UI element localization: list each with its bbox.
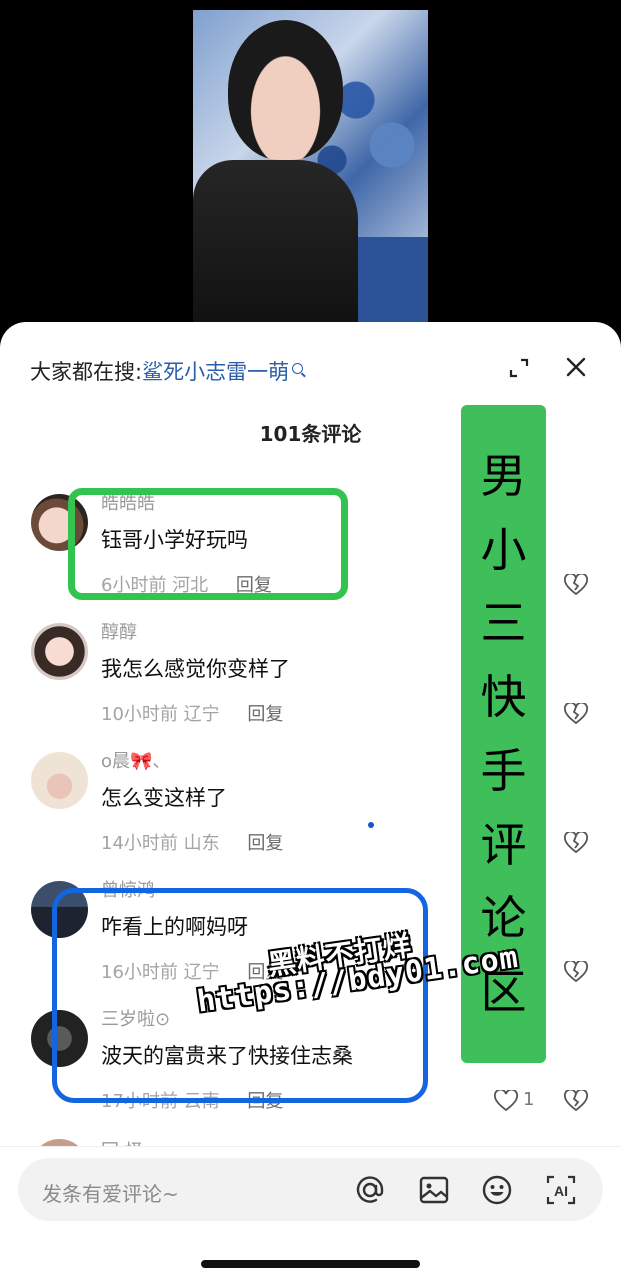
comment-meta: 14小时前 山东 回复 [101, 829, 283, 855]
comment-text[interactable]: 怎么变这样了 [101, 782, 227, 812]
comment-location: 山东 [183, 833, 220, 854]
comment-text[interactable]: 我怎么感觉你变样了 [101, 653, 290, 683]
broken-heart-icon[interactable] [564, 703, 588, 725]
heart-icon[interactable] [494, 1090, 518, 1112]
broken-heart-icon[interactable] [564, 574, 588, 596]
video-frame[interactable] [193, 10, 428, 322]
side-label-char: 评 [480, 817, 527, 872]
broken-heart-icon[interactable] [564, 1090, 588, 1112]
comment-input[interactable]: 发条有爱评论~ AI [18, 1158, 603, 1221]
deer-panel [358, 237, 428, 322]
side-label-char: 快 [480, 670, 527, 725]
side-label-char: 男 [480, 448, 527, 503]
emoji-icon[interactable] [481, 1174, 513, 1206]
at-icon[interactable] [354, 1174, 386, 1206]
like-count: 1 [523, 1089, 535, 1110]
reply-button[interactable]: 回复 [247, 833, 283, 854]
close-icon[interactable] [565, 356, 587, 378]
person-body [193, 160, 358, 322]
side-label-char: 小 [480, 522, 527, 577]
highlight-box-green [68, 488, 348, 600]
comment-location: 辽宁 [183, 704, 220, 725]
reply-button[interactable]: 回复 [247, 704, 283, 725]
comment-username[interactable]: o晨🎀、 [101, 747, 170, 773]
avatar[interactable] [31, 623, 88, 680]
search-term[interactable]: 鲨死小志雷一萌 [142, 360, 289, 384]
side-label-char: 三 [480, 596, 527, 651]
comment-time: 14小时前 [101, 833, 178, 854]
broken-heart-icon[interactable] [564, 961, 588, 983]
image-icon[interactable] [418, 1174, 450, 1206]
avatar[interactable] [31, 752, 88, 809]
ai-icon[interactable]: AI [545, 1174, 577, 1206]
comment-meta: 10小时前 辽宁 回复 [101, 700, 283, 726]
home-indicator [201, 1260, 420, 1268]
side-label-char: 手 [480, 743, 527, 798]
search-prefix: 大家都在搜: [30, 360, 143, 384]
expand-icon[interactable] [508, 357, 530, 379]
side-label-char: 论 [480, 891, 527, 946]
search-icon [292, 363, 304, 374]
person-head [228, 20, 343, 160]
marker-dot [368, 822, 374, 828]
broken-heart-icon[interactable] [564, 832, 588, 854]
comment-input-placeholder: 发条有爱评论~ [42, 1182, 179, 1206]
comment-username[interactable]: 醇醇 [101, 618, 137, 644]
search-suggestion[interactable]: 大家都在搜:鲨死小志雷一萌 [30, 356, 304, 386]
divider [0, 1146, 621, 1147]
svg-text:AI: AI [554, 1183, 568, 1199]
video-area[interactable] [0, 0, 621, 330]
comment-time: 10小时前 [101, 704, 178, 725]
